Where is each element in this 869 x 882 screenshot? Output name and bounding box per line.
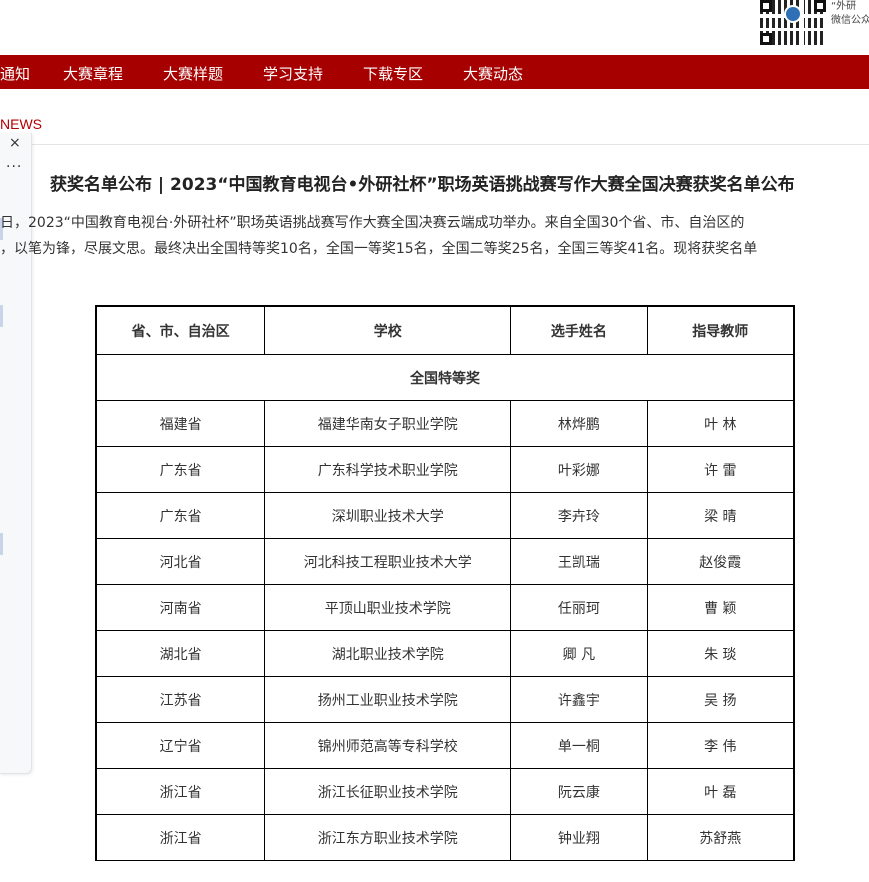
cell-advisor: 许 雷 xyxy=(646,446,795,493)
close-icon[interactable]: × xyxy=(9,135,21,151)
cell-contestant: 林烨鹏 xyxy=(510,400,648,447)
cell-contestant: 许鑫宇 xyxy=(510,676,648,723)
article-paragraph-line: ，以笔为锋，尽展文思。最终决出全国特等奖10名，全国一等奖15名，全国二等奖25… xyxy=(0,241,758,257)
cell-school: 广东科学技术职业学院 xyxy=(264,446,512,493)
cell-contestant: 钟业翔 xyxy=(510,814,648,861)
nav-item-downloads[interactable]: 下载专区 xyxy=(363,63,423,84)
cell-advisor: 苏舒燕 xyxy=(646,814,795,861)
cell-advisor: 曹 颖 xyxy=(646,584,795,631)
table-row: 辽宁省 锦州师范高等专科学校 单一桐李 伟 xyxy=(95,722,795,769)
qr-caption: “外研 微信公众 xyxy=(831,1,869,26)
cell-province: 辽宁省 xyxy=(95,722,266,769)
nav-item-news[interactable]: 大赛动态 xyxy=(463,63,523,84)
awards-table: 省、市、自治区 学校 选手姓名 指导教师 全国特等奖 福建省 福建华南女子职业学院… xyxy=(95,305,795,861)
nav-item-sample-questions[interactable]: 大赛样题 xyxy=(163,63,223,84)
wechat-qr-code xyxy=(760,0,826,45)
table-row: 福建省 福建华南女子职业学院 林烨鹏叶 林 xyxy=(95,400,795,447)
cell-province: 江苏省 xyxy=(95,676,266,723)
nav-item-learning-support[interactable]: 学习支持 xyxy=(263,63,323,84)
table-header-row: 省、市、自治区 学校 选手姓名 指导教师 xyxy=(95,305,795,355)
section-label-news[interactable]: NEWS xyxy=(0,116,42,132)
cell-school: 福建华南女子职业学院 xyxy=(264,400,512,447)
cell-contestant: 卿 凡 xyxy=(510,630,648,677)
cell-province: 福建省 xyxy=(95,400,266,447)
cell-contestant: 阮云康 xyxy=(510,768,648,815)
cell-school: 浙江东方职业技术学院 xyxy=(264,814,512,861)
cell-school: 锦州师范高等专科学校 xyxy=(264,722,512,769)
cell-school: 扬州工业职业技术学院 xyxy=(264,676,512,723)
cell-advisor: 叶 磊 xyxy=(646,768,795,815)
cell-contestant: 单一桐 xyxy=(510,722,648,769)
divider xyxy=(0,144,869,145)
column-header-province: 省、市、自治区 xyxy=(95,305,266,355)
column-header-school: 学校 xyxy=(264,305,512,355)
cell-contestant: 李卉玲 xyxy=(510,492,648,539)
table-row: 广东省 深圳职业技术大学 李卉玲梁 晴 xyxy=(95,492,795,539)
cell-advisor: 朱 琰 xyxy=(646,630,795,677)
wechat-logo-icon xyxy=(784,5,802,23)
table-section-row: 全国特等奖 xyxy=(95,354,795,401)
cell-advisor: 梁 晴 xyxy=(646,492,795,539)
cell-province: 河北省 xyxy=(95,538,266,585)
column-header-contestant: 选手姓名 xyxy=(510,305,648,355)
table-row: 河南省 平顶山职业技术学院 任丽珂曹 颖 xyxy=(95,584,795,631)
article-paragraph-line: 日，2023“中国教育电视台·外研社杯”职场英语挑战赛写作大赛全国决赛云端成功举… xyxy=(0,215,745,231)
cell-school: 平顶山职业技术学院 xyxy=(264,584,512,631)
side-marker xyxy=(0,305,3,327)
cell-province: 广东省 xyxy=(95,492,266,539)
cell-contestant: 叶彩娜 xyxy=(510,446,648,493)
cell-school: 浙江长征职业技术学院 xyxy=(264,768,512,815)
cell-advisor: 赵俊霞 xyxy=(646,538,795,585)
main-nav: 通知 大赛章程 大赛样题 学习支持 下载专区 大赛动态 xyxy=(0,55,869,89)
article-title: 获奖名单公布 | 2023“中国教育电视台•外研社杯”职场英语挑战赛写作大赛全国… xyxy=(50,175,795,195)
cell-province: 浙江省 xyxy=(95,814,266,861)
more-icon[interactable]: ··· xyxy=(6,159,22,175)
cell-province: 浙江省 xyxy=(95,768,266,815)
cell-school: 深圳职业技术大学 xyxy=(264,492,512,539)
table-row: 广东省 广东科学技术职业学院 叶彩娜许 雷 xyxy=(95,446,795,493)
table-row: 江苏省 扬州工业职业技术学院 许鑫宇吴 扬 xyxy=(95,676,795,723)
cell-school: 湖北职业技术学院 xyxy=(264,630,512,677)
cell-advisor: 李 伟 xyxy=(646,722,795,769)
cell-advisor: 叶 林 xyxy=(646,400,795,447)
column-header-advisor: 指导教师 xyxy=(646,305,795,355)
cell-contestant: 王凯瑞 xyxy=(510,538,648,585)
nav-item-rules[interactable]: 大赛章程 xyxy=(63,63,123,84)
cell-advisor: 吴 扬 xyxy=(646,676,795,723)
cell-province: 湖北省 xyxy=(95,630,266,677)
cell-province: 广东省 xyxy=(95,446,266,493)
table-row: 河北省 河北科技工程职业技术大学 王凯瑞 赵俊霞 xyxy=(95,538,795,585)
table-row: 浙江省 浙江长征职业技术学院 阮云康叶 磊 xyxy=(95,768,795,815)
award-tier-label: 全国特等奖 xyxy=(95,354,795,401)
table-row: 浙江省 浙江东方职业技术学院 钟业翔 苏舒燕 xyxy=(95,814,795,861)
cell-school: 河北科技工程职业技术大学 xyxy=(264,538,512,585)
side-marker xyxy=(0,533,3,555)
cell-province: 河南省 xyxy=(95,584,266,631)
table-row: 湖北省 湖北职业技术学院卿 凡朱 琰 xyxy=(95,630,795,677)
cell-contestant: 任丽珂 xyxy=(510,584,648,631)
nav-item-notice[interactable]: 通知 xyxy=(0,63,30,84)
